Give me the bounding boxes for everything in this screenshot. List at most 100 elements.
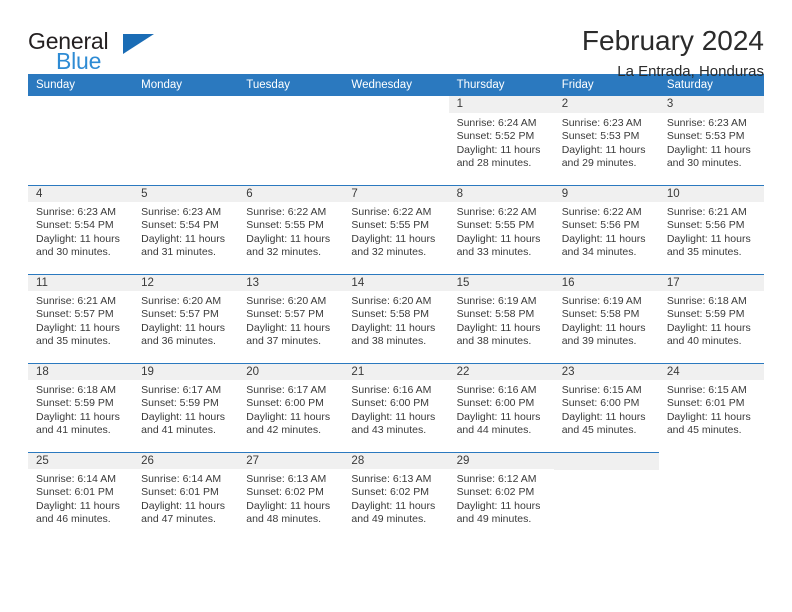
- sunset-time: Sunset: 5:58 PM: [561, 308, 640, 321]
- daylight-duration-line1: Daylight: 11 hours: [351, 232, 436, 245]
- daylight-duration-line1: Daylight: 11 hours: [246, 410, 331, 423]
- day-number: 1: [448, 96, 554, 113]
- day-details: Sunrise: 6:20 AM Sunset: 5:58 PM Daylight:…: [343, 291, 448, 349]
- daylight-duration-line2: and 30 minutes.: [666, 157, 742, 170]
- calendar-day-cell[interactable]: 15 Sunrise: 6:19 AM Sunset: 5:58 PM Dayligh…: [448, 274, 554, 363]
- daylight-duration-line1: Daylight: 11 hours: [456, 143, 541, 156]
- calendar-day-cell[interactable]: 12 Sunrise: 6:20 AM Sunset: 5:57 PM Dayligh…: [133, 274, 239, 363]
- day-number: 25: [28, 452, 134, 469]
- calendar-day-cell[interactable]: 18 Sunrise: 6:18 AM Sunset: 5:59 PM Dayligh…: [28, 363, 134, 452]
- sunset-time: Sunset: 5:59 PM: [141, 397, 219, 410]
- day-details: Sunrise: 6:19 AM Sunset: 5:58 PM Daylight:…: [554, 291, 659, 349]
- daylight-duration-line2: and 41 minutes.: [36, 424, 111, 437]
- calendar-day-cell[interactable]: 6 Sunrise: 6:22 AM Sunset: 5:55 PM Daylight…: [238, 185, 344, 274]
- daylight-duration-line2: and 45 minutes.: [561, 424, 637, 437]
- daylight-duration-line2: and 35 minutes.: [666, 246, 742, 259]
- daylight-duration-line1: Daylight: 11 hours: [351, 321, 436, 334]
- day-number: 14: [343, 274, 449, 291]
- calendar-day-cell[interactable]: 23 Sunrise: 6:15 AM Sunset: 6:00 PM Dayligh…: [553, 363, 659, 452]
- calendar-cell-empty: [238, 96, 343, 185]
- sunset-time: Sunset: 5:57 PM: [141, 308, 219, 321]
- calendar-day-cell[interactable]: 8 Sunrise: 6:22 AM Sunset: 5:55 PM Daylight…: [448, 185, 554, 274]
- day-details: Sunrise: 6:17 AM Sunset: 6:00 PM Daylight:…: [238, 380, 343, 438]
- day-details: Sunrise: 6:16 AM Sunset: 6:00 PM Daylight:…: [343, 380, 448, 438]
- calendar-cell-empty: [553, 452, 659, 541]
- sunrise-time: Sunrise: 6:18 AM: [666, 295, 747, 307]
- calendar-cell-empty: [343, 96, 448, 185]
- daylight-duration-line1: Daylight: 11 hours: [36, 410, 120, 423]
- day-number: 5: [133, 185, 239, 202]
- sunset-time: Sunset: 5:54 PM: [36, 219, 114, 232]
- calendar-day-cell[interactable]: 29 Sunrise: 6:12 AM Sunset: 6:02 PM Dayligh…: [448, 452, 554, 541]
- calendar-day-cell[interactable]: 3 Sunrise: 6:23 AM Sunset: 5:53 PM Daylight…: [658, 96, 764, 185]
- sunset-time: Sunset: 5:53 PM: [561, 130, 640, 143]
- blue-triangle-icon: [123, 34, 154, 54]
- calendar-page: General Blue February 2024 La Entrada, H…: [0, 0, 792, 612]
- day-number: 10: [658, 185, 764, 202]
- sunrise-time: Sunrise: 6:22 AM: [351, 206, 432, 218]
- sunset-time: Sunset: 5:55 PM: [351, 219, 430, 232]
- calendar-day-cell[interactable]: 19 Sunrise: 6:17 AM Sunset: 5:59 PM Dayligh…: [133, 363, 239, 452]
- general-blue-logo[interactable]: General Blue: [28, 26, 158, 74]
- calendar-cell-empty: [659, 452, 764, 541]
- calendar-day-cell[interactable]: 26 Sunrise: 6:14 AM Sunset: 6:01 PM Dayligh…: [133, 452, 239, 541]
- calendar-day-cell[interactable]: 17 Sunrise: 6:18 AM Sunset: 5:59 PM Dayligh…: [658, 274, 764, 363]
- sunrise-time: Sunrise: 6:23 AM: [561, 117, 642, 129]
- daylight-duration-line2: and 47 minutes.: [141, 513, 216, 526]
- calendar-day-cell[interactable]: 2 Sunrise: 6:23 AM Sunset: 5:53 PM Daylight…: [553, 96, 659, 185]
- daylight-duration-line2: and 48 minutes.: [246, 513, 321, 526]
- calendar-day-cell[interactable]: 10 Sunrise: 6:21 AM Sunset: 5:56 PM Dayligh…: [658, 185, 764, 274]
- day-details: Sunrise: 6:16 AM Sunset: 6:00 PM Daylight:…: [449, 380, 554, 438]
- day-number: 18: [28, 363, 134, 380]
- calendar-day-cell[interactable]: 21 Sunrise: 6:16 AM Sunset: 6:00 PM Dayligh…: [343, 363, 449, 452]
- daylight-duration-line2: and 42 minutes.: [246, 424, 321, 437]
- sunrise-time: Sunrise: 6:23 AM: [141, 206, 222, 218]
- calendar-day-cell[interactable]: 20 Sunrise: 6:17 AM Sunset: 6:00 PM Dayligh…: [238, 363, 344, 452]
- daylight-duration-line1: Daylight: 11 hours: [561, 143, 646, 156]
- day-details: Sunrise: 6:22 AM Sunset: 5:55 PM Daylight:…: [449, 202, 554, 260]
- daylight-duration-line1: Daylight: 11 hours: [561, 321, 646, 334]
- day-number: 29: [448, 452, 554, 469]
- daylight-duration-line1: Daylight: 11 hours: [561, 232, 646, 245]
- sunrise-time: Sunrise: 6:20 AM: [351, 295, 432, 307]
- calendar-cell-empty: [133, 96, 238, 185]
- day-details: Sunrise: 6:18 AM Sunset: 5:59 PM Daylight:…: [28, 380, 133, 438]
- day-details: Sunrise: 6:22 AM Sunset: 5:55 PM Daylight:…: [238, 202, 343, 260]
- daylight-duration-line1: Daylight: 11 hours: [666, 143, 751, 156]
- daylight-duration-line2: and 49 minutes.: [456, 513, 532, 526]
- sunset-time: Sunset: 6:02 PM: [456, 486, 535, 499]
- day-details: Sunrise: 6:21 AM Sunset: 5:57 PM Daylight:…: [28, 291, 133, 349]
- calendar-day-cell[interactable]: 7 Sunrise: 6:22 AM Sunset: 5:55 PM Daylight…: [343, 185, 449, 274]
- weekday-header-wednesday: Wednesday: [343, 74, 449, 96]
- day-details: Sunrise: 6:23 AM Sunset: 5:53 PM Daylight:…: [659, 113, 764, 171]
- calendar-day-cell[interactable]: 11 Sunrise: 6:21 AM Sunset: 5:57 PM Dayligh…: [28, 274, 134, 363]
- calendar-day-cell[interactable]: 24 Sunrise: 6:15 AM Sunset: 6:01 PM Dayligh…: [658, 363, 764, 452]
- sunset-time: Sunset: 5:58 PM: [456, 308, 535, 321]
- daylight-duration-line1: Daylight: 11 hours: [666, 321, 751, 334]
- calendar-day-cell[interactable]: 28 Sunrise: 6:13 AM Sunset: 6:02 PM Dayligh…: [343, 452, 449, 541]
- calendar-day-cell[interactable]: 4 Sunrise: 6:23 AM Sunset: 5:54 PM Daylight…: [28, 185, 134, 274]
- sunrise-time: Sunrise: 6:20 AM: [246, 295, 327, 307]
- calendar-day-cell[interactable]: 22 Sunrise: 6:16 AM Sunset: 6:00 PM Dayligh…: [448, 363, 554, 452]
- day-number: 19: [133, 363, 239, 380]
- calendar-day-cell[interactable]: 5 Sunrise: 6:23 AM Sunset: 5:54 PM Daylight…: [133, 185, 239, 274]
- sunset-time: Sunset: 6:00 PM: [561, 397, 640, 410]
- calendar-day-cell[interactable]: 1 Sunrise: 6:24 AM Sunset: 5:52 PM Daylight…: [448, 96, 554, 185]
- sunrise-time: Sunrise: 6:13 AM: [351, 473, 432, 485]
- calendar-day-cell[interactable]: 16 Sunrise: 6:19 AM Sunset: 5:58 PM Dayligh…: [553, 274, 659, 363]
- weekday-header-monday: Monday: [133, 74, 239, 96]
- day-number: 13: [238, 274, 344, 291]
- calendar-day-cell[interactable]: 25 Sunrise: 6:14 AM Sunset: 6:01 PM Dayligh…: [28, 452, 134, 541]
- calendar-day-cell[interactable]: 27 Sunrise: 6:13 AM Sunset: 6:02 PM Dayligh…: [238, 452, 344, 541]
- calendar-day-cell[interactable]: 14 Sunrise: 6:20 AM Sunset: 5:58 PM Dayligh…: [343, 274, 449, 363]
- sunrise-time: Sunrise: 6:16 AM: [351, 384, 432, 396]
- calendar-day-cell[interactable]: 9 Sunrise: 6:22 AM Sunset: 5:56 PM Daylight…: [553, 185, 659, 274]
- calendar-body: 1 Sunrise: 6:24 AM Sunset: 5:52 PM Daylight…: [28, 96, 764, 541]
- daylight-duration-line2: and 32 minutes.: [246, 246, 321, 259]
- daylight-duration-line1: Daylight: 11 hours: [456, 232, 541, 245]
- daylight-duration-line1: Daylight: 11 hours: [141, 321, 225, 334]
- day-number-band: [133, 96, 238, 113]
- day-details: Sunrise: 6:22 AM Sunset: 5:56 PM Daylight:…: [554, 202, 659, 260]
- calendar-day-cell[interactable]: 13 Sunrise: 6:20 AM Sunset: 5:57 PM Dayligh…: [238, 274, 344, 363]
- sunrise-time: Sunrise: 6:15 AM: [666, 384, 747, 396]
